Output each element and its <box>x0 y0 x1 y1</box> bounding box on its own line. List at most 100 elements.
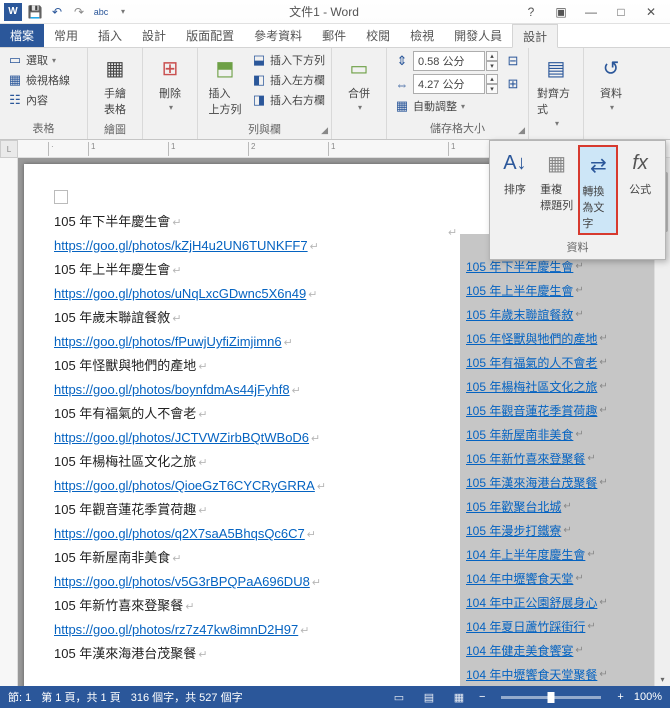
tab-references[interactable]: 參考資料 <box>244 24 312 47</box>
formula-button[interactable]: fx 公式 <box>620 145 660 235</box>
hyperlink[interactable]: https://goo.gl/photos/boynfdmAs44jFyhf8 <box>54 382 290 397</box>
hyperlink[interactable]: 104 年中正公園舒展身心 <box>466 594 597 611</box>
dist-rows-icon[interactable]: ⊟ <box>504 52 522 70</box>
right-link-row[interactable]: 104 年中壢饗食天堂↵ <box>460 566 654 590</box>
hyperlink[interactable]: 105 年歡聚台北城 <box>466 498 561 515</box>
gridlines-button[interactable]: ▦檢視格線 <box>6 71 70 89</box>
width-input[interactable]: 4.27 公分 <box>413 74 485 94</box>
sort-button[interactable]: A↓ 排序 <box>495 145 535 235</box>
help-button[interactable]: ? <box>516 2 546 22</box>
convert-to-text-button[interactable]: ⇄ 轉換為文字 <box>578 145 618 235</box>
right-link-row[interactable]: 104 年夏日蘆竹踩街行↵ <box>460 614 654 638</box>
data-button[interactable]: ↺ 資料▾ <box>590 51 632 134</box>
right-link-row[interactable]: 105 年漢來海港台茂聚餐↵ <box>460 470 654 494</box>
vertical-ruler[interactable] <box>0 158 18 686</box>
tab-view[interactable]: 檢視 <box>400 24 444 47</box>
tab-home[interactable]: 常用 <box>44 24 88 47</box>
autofit-button[interactable]: ▦自動調整▾ <box>393 97 522 115</box>
right-link-row[interactable]: 105 年漫步打鐵寮↵ <box>460 518 654 542</box>
ribbon-options-button[interactable]: ▣ <box>546 2 576 22</box>
insert-right-button[interactable]: ◨插入右方欄 <box>250 91 325 109</box>
right-link-row[interactable]: 105 年上半年慶生會↵ <box>460 278 654 302</box>
height-input[interactable]: 0.58 公分 <box>413 51 485 71</box>
hyperlink[interactable]: https://goo.gl/photos/uNqLxcGDwnc5X6n49 <box>54 286 306 301</box>
hyperlink[interactable]: https://goo.gl/photos/QioeGzT6CYCRyGRRA <box>54 478 315 493</box>
hyperlink[interactable]: 104 年上半年度慶生會 <box>466 546 585 563</box>
row-height-control[interactable]: ⇕ 0.58 公分 ▴▾ ⊟ <box>393 51 522 71</box>
tab-design[interactable]: 設計 <box>132 24 176 47</box>
hyperlink[interactable]: https://goo.gl/photos/JCTVWZirbBQtWBoD6 <box>54 430 309 445</box>
select-button[interactable]: ▭選取▾ <box>6 51 70 69</box>
right-link-row[interactable]: 105 年新屋南非美食↵ <box>460 422 654 446</box>
qat-item[interactable]: abc <box>92 3 110 21</box>
right-link-row[interactable]: 104 年中壢饗食天堂聚餐↵ <box>460 662 654 686</box>
hyperlink[interactable]: https://goo.gl/photos/rz7z47kw8imnD2H97 <box>54 622 298 637</box>
hyperlink[interactable]: 105 年上半年慶生會 <box>466 282 573 299</box>
insert-left-button[interactable]: ◧插入左方欄 <box>250 71 325 89</box>
hyperlink[interactable]: https://goo.gl/photos/fPuwjUyfiZimjimn6 <box>54 334 282 349</box>
zoom-in-button[interactable]: + <box>617 691 623 703</box>
tab-file[interactable]: 檔案 <box>0 24 44 47</box>
right-link-row[interactable]: 104 年中正公園舒展身心↵ <box>460 590 654 614</box>
status-words[interactable]: 316 個字，共 527 個字 <box>131 689 243 705</box>
hyperlink[interactable]: 105 年楊梅社區文化之旅 <box>466 378 597 395</box>
properties-button[interactable]: ☷內容 <box>6 91 70 109</box>
right-link-row[interactable]: 105 年怪獸與牠們的產地↵ <box>460 326 654 350</box>
zoom-slider[interactable] <box>501 696 601 699</box>
hyperlink[interactable]: 105 年漫步打鐵寮 <box>466 522 561 539</box>
spin-down[interactable]: ▾ <box>486 84 498 94</box>
right-link-row[interactable]: 105 年歲末聯誼餐敘↵ <box>460 302 654 326</box>
tab-developer[interactable]: 開發人員 <box>444 24 512 47</box>
hyperlink[interactable]: 105 年新竹喜來登聚餐 <box>466 450 585 467</box>
tab-mailings[interactable]: 郵件 <box>312 24 356 47</box>
hyperlink[interactable]: 105 年怪獸與牠們的產地 <box>466 330 597 347</box>
hyperlink[interactable]: https://goo.gl/photos/kZjH4u2UN6TUNKFF7 <box>54 238 308 253</box>
dist-cols-icon[interactable]: ⊞ <box>504 75 522 93</box>
right-link-row[interactable]: 105 年歡聚台北城↵ <box>460 494 654 518</box>
right-link-row[interactable]: 104 年健走美食饗宴↵ <box>460 638 654 662</box>
hyperlink[interactable]: 104 年中壢饗食天堂 <box>466 570 573 587</box>
right-link-row[interactable]: 104 年上半年度慶生會↵ <box>460 542 654 566</box>
ruler-corner[interactable]: L <box>0 140 18 158</box>
merge-button[interactable]: ▭ 合併▾ <box>338 51 380 134</box>
minimize-button[interactable]: ― <box>576 2 606 22</box>
undo-icon[interactable]: ↶ <box>48 3 66 21</box>
web-layout-icon[interactable]: ▦ <box>449 689 469 705</box>
save-icon[interactable]: 💾 <box>26 3 44 21</box>
spin-up[interactable]: ▴ <box>486 74 498 84</box>
hyperlink[interactable]: 105 年漢來海港台茂聚餐 <box>466 474 597 491</box>
right-link-row[interactable]: 105 年楊梅社區文化之旅↵ <box>460 374 654 398</box>
hyperlink[interactable]: 105 年觀音蓮花季賞荷趣 <box>466 402 597 419</box>
spin-down[interactable]: ▾ <box>486 61 498 71</box>
right-link-row[interactable]: 105 年觀音蓮花季賞荷趣↵ <box>460 398 654 422</box>
repeat-header-button[interactable]: ▦ 重複標題列 <box>537 145 577 235</box>
read-mode-icon[interactable]: ▭ <box>389 689 409 705</box>
tab-layout[interactable]: 版面配置 <box>176 24 244 47</box>
close-button[interactable]: ✕ <box>636 2 666 22</box>
insert-below-button[interactable]: ⬓插入下方列 <box>250 51 325 69</box>
spin-up[interactable]: ▴ <box>486 51 498 61</box>
scroll-down-icon[interactable]: ▾ <box>655 672 670 686</box>
alignment-button[interactable]: ▤ 對齊方式▾ <box>535 51 577 134</box>
table-move-handle[interactable] <box>54 190 68 204</box>
delete-button[interactable]: ⊞ 刪除▾ <box>149 51 191 134</box>
status-section[interactable]: 節: 1 <box>8 689 31 705</box>
hyperlink[interactable]: 105 年新屋南非美食 <box>466 426 573 443</box>
tab-table-design[interactable]: 設計 <box>512 24 558 48</box>
draw-table-button[interactable]: ▦ 手繪表格 <box>94 51 136 119</box>
rc-launcher-icon[interactable]: ◢ <box>321 125 328 136</box>
col-width-control[interactable]: ⇔ 4.27 公分 ▴▾ ⊞ <box>393 74 522 94</box>
right-link-row[interactable]: 105 年新竹喜來登聚餐↵ <box>460 446 654 470</box>
hyperlink[interactable]: 105 年有福氣的人不會老 <box>466 354 597 371</box>
status-page[interactable]: 第 1 頁，共 1 頁 <box>41 689 120 705</box>
hyperlink[interactable]: 105 年下半年慶生會 <box>466 258 573 275</box>
maximize-button[interactable]: □ <box>606 2 636 22</box>
print-layout-icon[interactable]: ▤ <box>419 689 439 705</box>
hyperlink[interactable]: https://goo.gl/photos/q2X7saA5BhqsQc6C7 <box>54 526 305 541</box>
zoom-out-button[interactable]: − <box>479 691 485 703</box>
hyperlink[interactable]: 104 年健走美食饗宴 <box>466 642 573 659</box>
right-link-row[interactable]: 105 年有福氣的人不會老↵ <box>460 350 654 374</box>
insert-above-button[interactable]: ⬒ 插入上方列 <box>204 51 246 119</box>
hyperlink[interactable]: https://goo.gl/photos/v5G3rBPQPaA696DU8 <box>54 574 310 589</box>
qat-customize-icon[interactable]: ▾ <box>114 3 132 21</box>
